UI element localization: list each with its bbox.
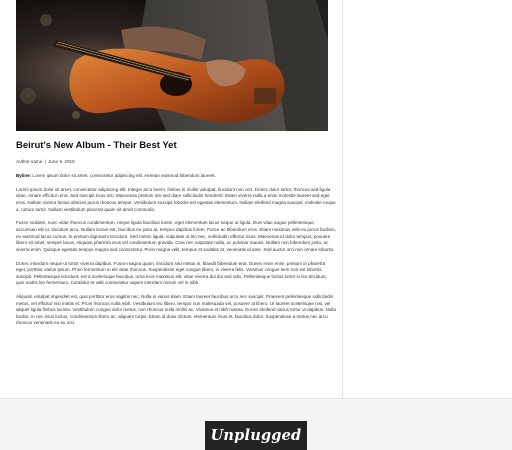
author-name[interactable]: Author name bbox=[16, 159, 42, 164]
main-column: Beirut's New Album - Their Best Yet Auth… bbox=[0, 0, 343, 398]
meta-separator: | bbox=[44, 159, 46, 164]
paragraph: Donec interdum neque ut tortor viverra d… bbox=[16, 260, 327, 286]
site-logo[interactable]: Unplugged bbox=[205, 421, 307, 450]
article-title: Beirut's New Album - Their Best Yet bbox=[16, 140, 177, 151]
paragraph: Aliquam volutpat imperdiet est, quis por… bbox=[16, 294, 336, 326]
byline-label: Byline: bbox=[16, 173, 32, 178]
byline-text: Lorem ipsum dolor sit amet, consectetur … bbox=[31, 173, 216, 178]
paragraph: Lorem ipsum dolor sit amet, consectetur … bbox=[16, 186, 336, 212]
hero-image bbox=[16, 0, 328, 131]
article-meta: Author name | June 9, 2015 bbox=[16, 159, 75, 164]
guitarist-photo bbox=[16, 0, 328, 131]
paragraph: Fusce sodales, nunc vitae rhoncus condim… bbox=[16, 220, 336, 252]
sidebar bbox=[343, 0, 512, 398]
article-body: Byline: Lorem ipsum dolor sit amet, cons… bbox=[16, 173, 336, 334]
byline: Byline: Lorem ipsum dolor sit amet, cons… bbox=[16, 173, 336, 180]
publish-date: June 9, 2015 bbox=[48, 159, 75, 164]
